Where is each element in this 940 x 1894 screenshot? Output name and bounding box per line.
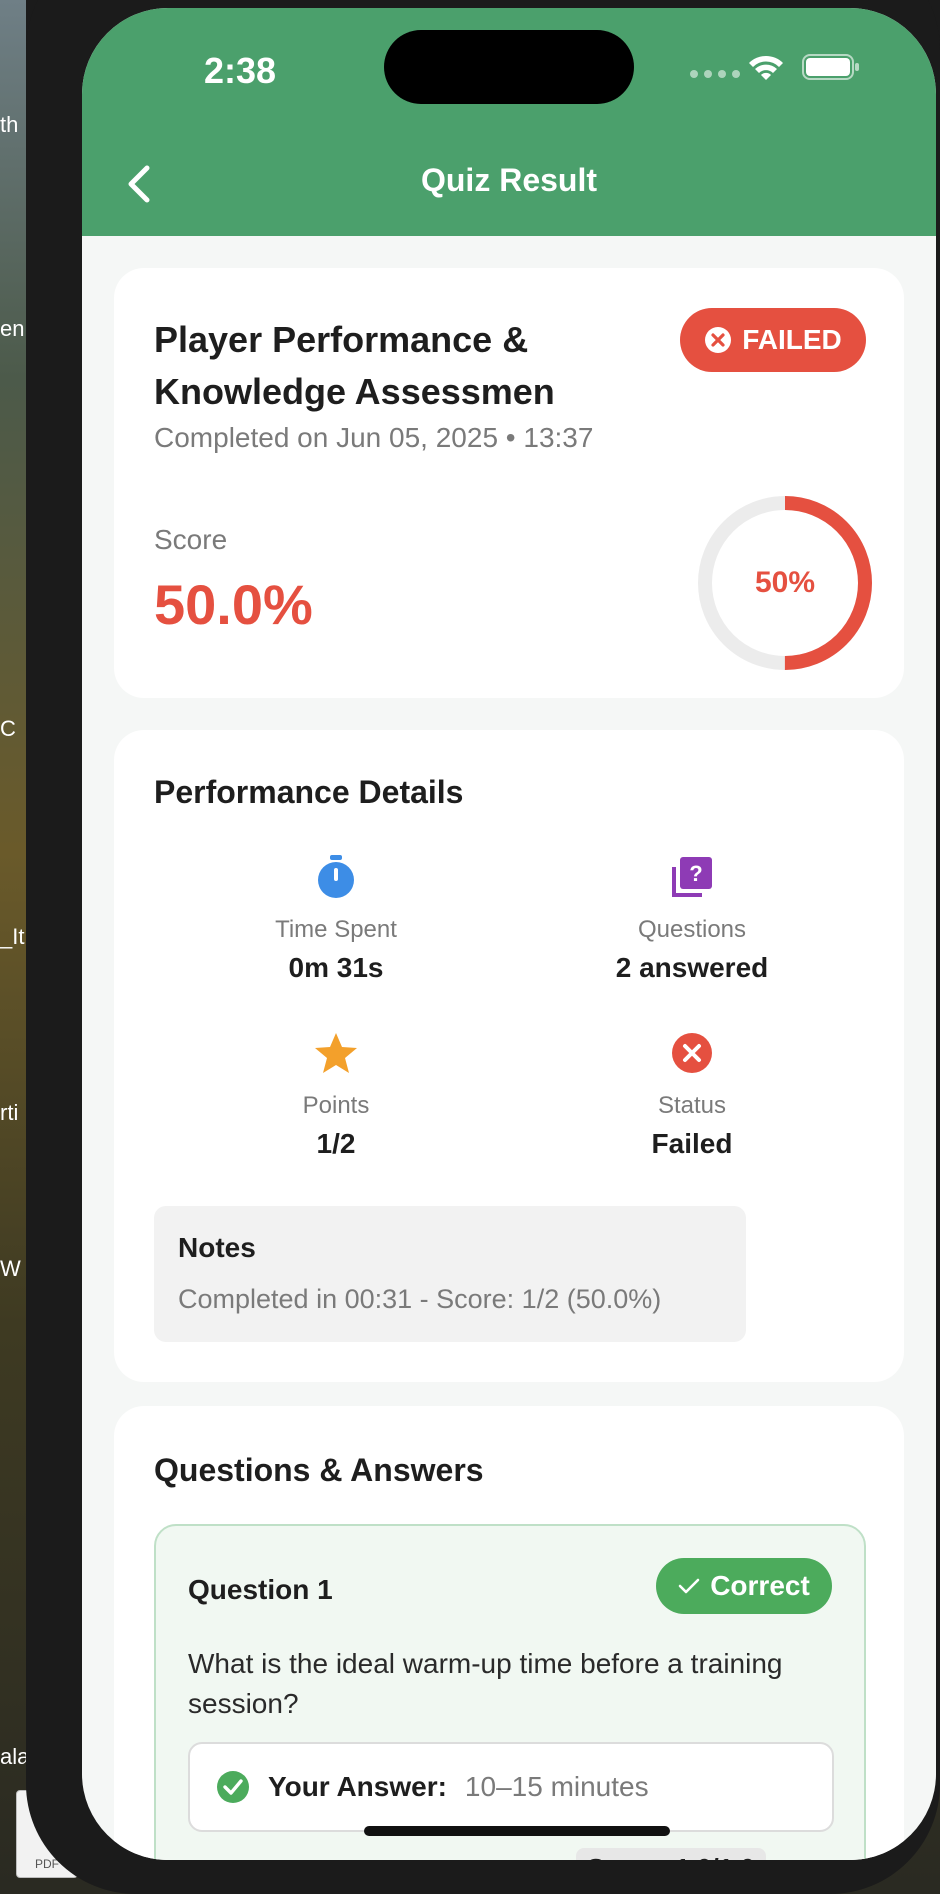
correct-badge: Correct (656, 1558, 832, 1614)
score-label: Score (154, 524, 228, 555)
page-title: Quiz Result (420, 162, 597, 198)
notes-text: Completed in 00:31 - Score: 1/2 (50.0%) (178, 1284, 662, 1314)
battery-icon (802, 54, 859, 80)
stat-label: Points (302, 1092, 370, 1119)
correct-badge-label: Correct (710, 1570, 810, 1601)
result-summary-card: Player Performance & Knowledge Assessmen… (114, 268, 904, 698)
desktop-label-fragment: C (0, 716, 16, 741)
check-circle-icon (217, 1771, 249, 1803)
status-badge-label: FAILED (742, 324, 842, 355)
stat-points: Points 1/2 (186, 1028, 486, 1160)
question-text: What is the ideal warm-up time before a … (188, 1648, 783, 1719)
score-ring-label: 50% (754, 566, 816, 599)
section-title: Performance Details (154, 774, 464, 810)
error-circle-icon (672, 1033, 712, 1073)
stat-questions: ? Questions 2 answered (542, 852, 842, 984)
notes-box: Notes Completed in 00:31 - Score: 1/2 (5… (154, 1206, 746, 1342)
app-header: 2:38 Quiz Result (82, 8, 936, 236)
wifi-icon (749, 55, 783, 80)
stat-value: Failed (651, 1128, 733, 1159)
question-card[interactable]: Question 1 Correct What is the ideal war… (154, 1524, 866, 1860)
stopwatch-icon (318, 855, 354, 898)
stat-value: 0m 31s (288, 952, 384, 983)
answer-label: Your Answer: (268, 1771, 447, 1802)
app-screen: 2:38 Quiz Result Player Performance & Kn… (82, 8, 936, 1860)
question-number: Question 1 (188, 1574, 333, 1605)
status-badge: FAILED (680, 308, 866, 372)
desktop-label-fragment: W (0, 1256, 21, 1281)
desktop-label-fragment: th (0, 112, 19, 137)
desktop-label-fragment: ala (0, 1744, 30, 1769)
stat-label: Status (657, 1092, 727, 1119)
notes-title: Notes (178, 1232, 256, 1263)
checkmark-icon (678, 1578, 700, 1594)
stat-time-spent: Time Spent 0m 31s (186, 852, 486, 984)
desktop-label-fragment: rti (0, 1100, 19, 1125)
stat-status: Status Failed (542, 1028, 842, 1160)
star-icon (315, 1033, 357, 1073)
questions-answers-card: Questions & Answers Question 1 Correct W… (114, 1406, 904, 1860)
home-indicator[interactable] (364, 1826, 670, 1836)
question-score: Score: 1.0/1.0 (576, 1848, 766, 1860)
your-answer-box: Your Answer: 10–15 minutes (188, 1742, 834, 1832)
answer-value: 10–15 minutes (464, 1771, 649, 1802)
quiz-icon: ? (672, 857, 712, 897)
phone-frame: 2:38 Quiz Result Player Performance & Kn… (26, 0, 940, 1894)
error-circle-icon (705, 327, 732, 353)
performance-details-card: Performance Details Time Spent 0m 31s ? … (114, 730, 904, 1382)
stat-value: 2 answered (615, 952, 769, 983)
section-title: Questions & Answers (154, 1452, 484, 1488)
completed-date: Completed on Jun 05, 2025 • 13:37 (154, 422, 594, 453)
score-value: 50.0% (154, 573, 313, 636)
svg-text:?: ? (689, 861, 702, 886)
desktop-label-fragment: _It (0, 924, 25, 949)
quiz-title: Player Performance & Knowledge Assessmen (154, 319, 555, 412)
desktop-label-fragment: en (0, 316, 25, 341)
stat-label: Time Spent (275, 916, 397, 943)
signal-icon (690, 70, 740, 78)
stat-label: Questions (637, 916, 747, 943)
status-time: 2:38 (204, 50, 277, 91)
dynamic-island (384, 30, 634, 104)
stat-value: 1/2 (316, 1128, 356, 1159)
